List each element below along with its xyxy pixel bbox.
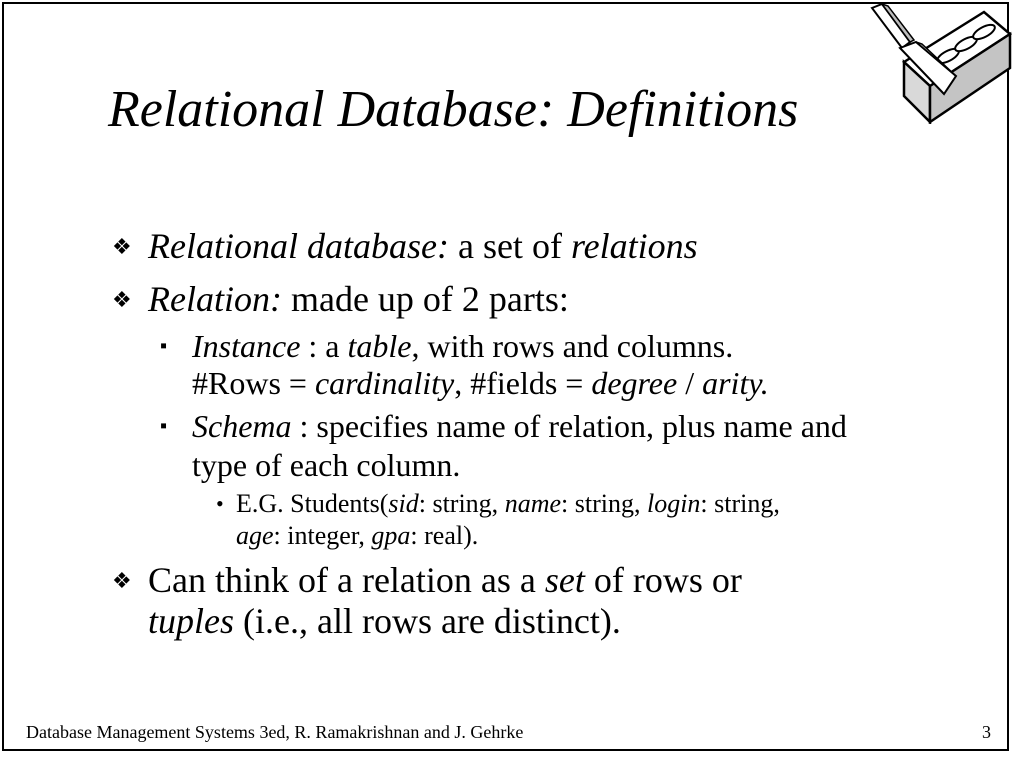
diamond-bullet-icon: ❖ bbox=[112, 568, 132, 593]
emphasis: arity. bbox=[702, 365, 769, 401]
term: Schema bbox=[192, 408, 292, 444]
square-bullet-icon: ▪ bbox=[160, 335, 168, 357]
text-run: of rows or bbox=[584, 560, 742, 600]
text-run: : integer, bbox=[273, 521, 372, 550]
field-name: gpa bbox=[371, 521, 411, 550]
slide-footer: Database Management Systems 3ed, R. Rama… bbox=[26, 722, 524, 742]
emphasis: set bbox=[544, 560, 585, 600]
text-run: , #fields = bbox=[454, 365, 592, 401]
dot-bullet-icon: • bbox=[216, 491, 224, 516]
text-run: : a bbox=[300, 328, 348, 364]
emphasis: cardinality bbox=[314, 365, 455, 401]
emphasis: tuples bbox=[148, 601, 234, 641]
field-name: age bbox=[236, 521, 274, 550]
field-name: name bbox=[504, 489, 562, 518]
text-run: / bbox=[677, 365, 703, 401]
slide: Relational Database: Definitions ❖ Relat… bbox=[2, 2, 1013, 751]
text-run: E.G. Students( bbox=[236, 489, 389, 518]
text-run: : string, bbox=[561, 489, 647, 518]
brick-and-trowel-icon bbox=[870, 4, 1013, 124]
text-run: #Rows = bbox=[192, 365, 315, 401]
text-run: : string, bbox=[418, 489, 505, 518]
text-run: Can think of a relation as a bbox=[148, 560, 545, 600]
field-name: login bbox=[646, 489, 701, 518]
diamond-bullet-icon: ❖ bbox=[112, 287, 132, 312]
text-run: : real). bbox=[410, 521, 479, 550]
slide-title: Relational Database: Definitions bbox=[108, 81, 799, 138]
diamond-bullet-icon: ❖ bbox=[112, 234, 132, 259]
square-bullet-icon: ▪ bbox=[160, 415, 168, 437]
emphasis: degree bbox=[591, 365, 678, 401]
text-run: : specifies name of relation, plus name … bbox=[291, 408, 847, 444]
term: Relation: bbox=[148, 279, 282, 319]
text-run: (i.e., all rows are distinct). bbox=[234, 601, 621, 641]
text-run: , with rows and columns. bbox=[411, 328, 734, 364]
bullet-text: made up of 2 parts: bbox=[281, 279, 569, 319]
term: Instance bbox=[192, 328, 301, 364]
emphasis: relations bbox=[570, 226, 698, 266]
page-number: 3 bbox=[982, 722, 991, 742]
text-run: : string, bbox=[700, 489, 780, 518]
bullet-text: a set of bbox=[448, 226, 571, 266]
emphasis: table bbox=[347, 328, 412, 364]
term: Relational database: bbox=[148, 226, 449, 266]
field-name: sid bbox=[388, 489, 419, 518]
